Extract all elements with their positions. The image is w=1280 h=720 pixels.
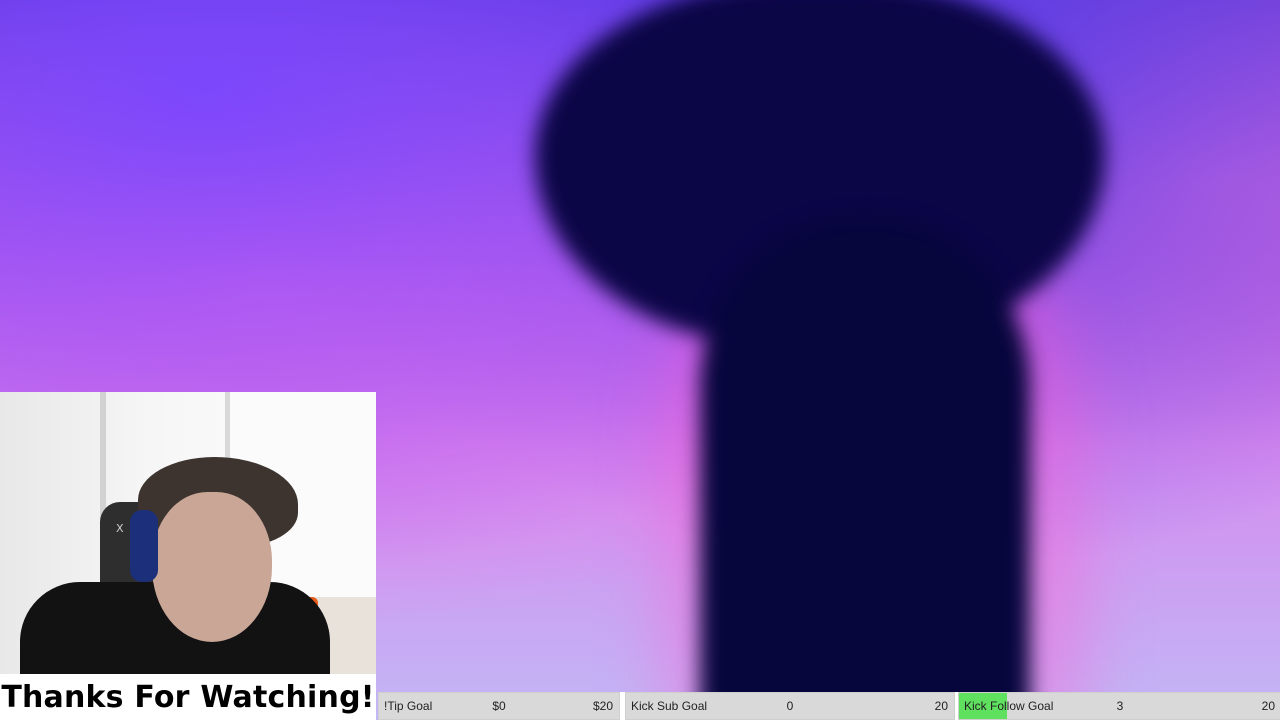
goal-bars: !Tip Goal $0 $20 Kick Sub Goal 0 20 Kick…: [378, 692, 1280, 720]
sub-goal-bar: Kick Sub Goal 0 20: [625, 692, 955, 720]
tip-goal-bar: !Tip Goal $0 $20: [378, 692, 620, 720]
follow-goal-current: 3: [1116, 699, 1124, 713]
chair-logo: X: [116, 522, 124, 535]
sub-goal-target: 20: [934, 699, 948, 713]
sub-goal-label: Kick Sub Goal: [631, 699, 708, 713]
follow-goal-label: Kick Follow Goal: [964, 699, 1054, 713]
streamer-face: [152, 492, 272, 642]
tip-goal-current: $0: [492, 699, 506, 713]
tip-goal-label: !Tip Goal: [384, 699, 433, 713]
follow-goal-target: 20: [1261, 699, 1275, 713]
webcam-video: X: [0, 392, 376, 674]
sub-goal-current: 0: [786, 699, 794, 713]
thanks-for-watching-banner: Thanks For Watching!: [0, 674, 376, 720]
follow-goal-bar: Kick Follow Goal 3 20: [958, 692, 1280, 720]
character-silhouette-body: [700, 220, 1030, 720]
webcam-panel: X Thanks For Watching!: [0, 392, 376, 720]
tip-goal-target: $20: [592, 699, 613, 713]
headset-icon: [130, 510, 158, 582]
